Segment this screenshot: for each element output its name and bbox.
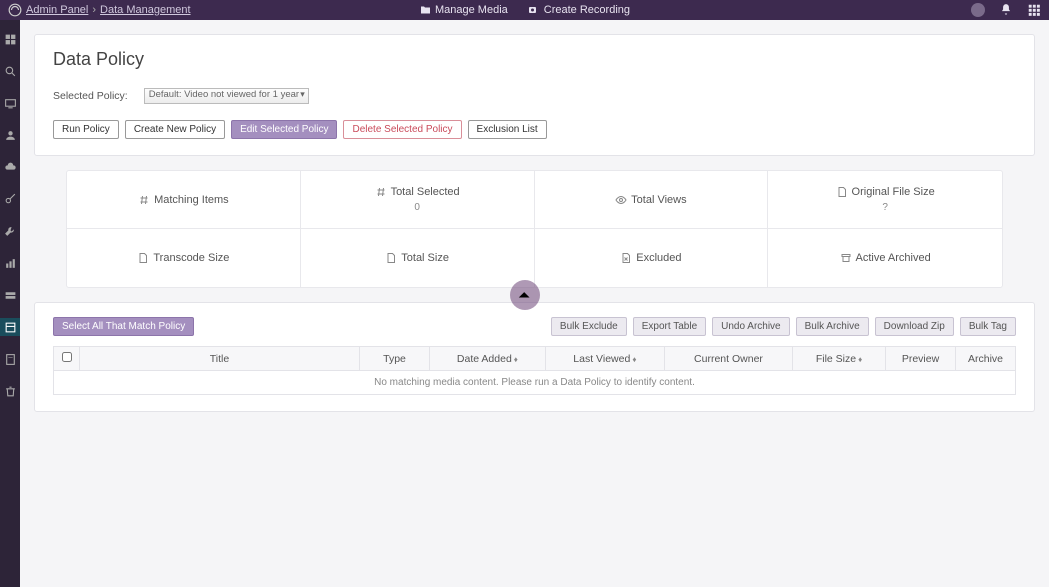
edit-selected-policy-button[interactable]: Edit Selected Policy	[231, 120, 337, 139]
bell-icon[interactable]	[999, 3, 1013, 17]
col-type[interactable]: Type	[360, 347, 430, 371]
empty-row: No matching media content. Please run a …	[54, 371, 1016, 395]
topbar: Admin Panel › Data Management Manage Med…	[0, 0, 1049, 20]
stat-active-archived: Active Archived	[768, 229, 1002, 287]
sidebar-item-data-management[interactable]	[0, 318, 20, 336]
bulk-exclude-button[interactable]: Bulk Exclude	[551, 317, 627, 336]
file-icon	[836, 186, 848, 198]
col-date-added[interactable]: Date Added♦	[430, 347, 546, 371]
stat-label: Active Archived	[856, 252, 931, 264]
selected-policy-label: Selected Policy:	[53, 90, 128, 102]
stat-transcode-size: Transcode Size	[67, 229, 301, 287]
create-new-policy-button[interactable]: Create New Policy	[125, 120, 225, 139]
exclusion-list-button[interactable]: Exclusion List	[468, 120, 547, 139]
col-file-size[interactable]: File Size♦	[793, 347, 886, 371]
apps-icon[interactable]	[1027, 3, 1041, 17]
stat-label: Excluded	[636, 252, 681, 264]
results-panel: Select All That Match Policy Bulk Exclud…	[34, 302, 1035, 412]
sidebar-item-search[interactable]	[0, 62, 20, 80]
selected-policy-dropdown[interactable]: Default: Video not viewed for 1 year	[144, 88, 309, 104]
hash-icon	[138, 194, 150, 206]
breadcrumb: Admin Panel › Data Management	[26, 4, 191, 16]
manage-media-label: Manage Media	[435, 4, 508, 16]
col-preview[interactable]: Preview	[886, 347, 956, 371]
stat-value: 0	[414, 202, 420, 213]
stat-total-size: Total Size	[301, 229, 535, 287]
eye-icon	[615, 194, 627, 206]
stat-label: Matching Items	[154, 194, 229, 206]
stat-label: Total Selected	[391, 186, 460, 198]
col-label: File Size	[816, 353, 856, 365]
breadcrumb-current[interactable]: Data Management	[100, 4, 191, 16]
file-icon	[137, 252, 149, 264]
avatar[interactable]	[971, 3, 985, 17]
stat-total-selected: Total Selected 0	[301, 171, 535, 229]
sidebar	[0, 20, 20, 587]
bulk-archive-button[interactable]: Bulk Archive	[796, 317, 869, 336]
col-last-viewed[interactable]: Last Viewed♦	[545, 347, 664, 371]
sidebar-item-reports[interactable]	[0, 350, 20, 368]
col-label: Date Added	[457, 353, 512, 365]
stat-label: Transcode Size	[153, 252, 229, 264]
stats-grid: Matching Items Total Selected 0 Total Vi…	[66, 170, 1003, 288]
col-current-owner[interactable]: Current Owner	[664, 347, 792, 371]
sort-icon: ♦	[514, 355, 518, 364]
sidebar-item-users[interactable]	[0, 126, 20, 144]
breadcrumb-root[interactable]: Admin Panel	[26, 4, 88, 16]
file-x-icon	[620, 252, 632, 264]
sidebar-item-dashboard[interactable]	[0, 30, 20, 48]
manage-media-link[interactable]: Manage Media	[419, 4, 508, 16]
breadcrumb-sep: ›	[92, 4, 96, 16]
export-table-button[interactable]: Export Table	[633, 317, 706, 336]
select-all-match-button[interactable]: Select All That Match Policy	[53, 317, 194, 336]
logo-icon	[8, 3, 22, 17]
sidebar-item-storage[interactable]	[0, 286, 20, 304]
col-archive[interactable]: Archive	[956, 347, 1016, 371]
stat-original-file-size: Original File Size ?	[768, 171, 1002, 229]
create-recording-label: Create Recording	[544, 4, 630, 16]
create-recording-link[interactable]: Create Recording	[528, 4, 630, 16]
sidebar-item-cloud[interactable]	[0, 158, 20, 176]
bulk-tag-button[interactable]: Bulk Tag	[960, 317, 1016, 336]
main: Data Policy Selected Policy: Default: Vi…	[20, 20, 1049, 587]
results-table: Title Type Date Added♦ Last Viewed♦ Curr…	[53, 346, 1016, 395]
undo-archive-button[interactable]: Undo Archive	[712, 317, 789, 336]
record-icon	[528, 4, 540, 16]
sort-icon: ♦	[632, 355, 636, 364]
stat-excluded: Excluded	[535, 229, 769, 287]
sidebar-item-analytics[interactable]	[0, 254, 20, 272]
sidebar-item-key[interactable]	[0, 190, 20, 208]
stat-value: ?	[882, 202, 888, 213]
stat-label: Total Views	[631, 194, 686, 206]
sidebar-item-monitor[interactable]	[0, 94, 20, 112]
sidebar-item-tool[interactable]	[0, 222, 20, 240]
run-policy-button[interactable]: Run Policy	[53, 120, 119, 139]
download-zip-button[interactable]: Download Zip	[875, 317, 954, 336]
policy-panel: Data Policy Selected Policy: Default: Vi…	[34, 34, 1035, 156]
sidebar-item-trash[interactable]	[0, 382, 20, 400]
page-title: Data Policy	[53, 49, 1016, 70]
hash-icon	[375, 186, 387, 198]
stat-matching-items: Matching Items	[67, 171, 301, 229]
file-icon	[385, 252, 397, 264]
col-label: Last Viewed	[573, 353, 630, 365]
stat-label: Original File Size	[852, 186, 935, 198]
select-all-checkbox[interactable]	[62, 352, 72, 362]
sort-icon: ♦	[858, 355, 862, 364]
archive-icon	[840, 252, 852, 264]
stat-total-views: Total Views	[535, 171, 769, 229]
folder-icon	[419, 4, 431, 16]
col-checkbox[interactable]	[54, 347, 80, 371]
stat-label: Total Size	[401, 252, 449, 264]
delete-selected-policy-button[interactable]: Delete Selected Policy	[343, 120, 461, 139]
empty-message: No matching media content. Please run a …	[54, 371, 1016, 395]
col-title[interactable]: Title	[80, 347, 360, 371]
